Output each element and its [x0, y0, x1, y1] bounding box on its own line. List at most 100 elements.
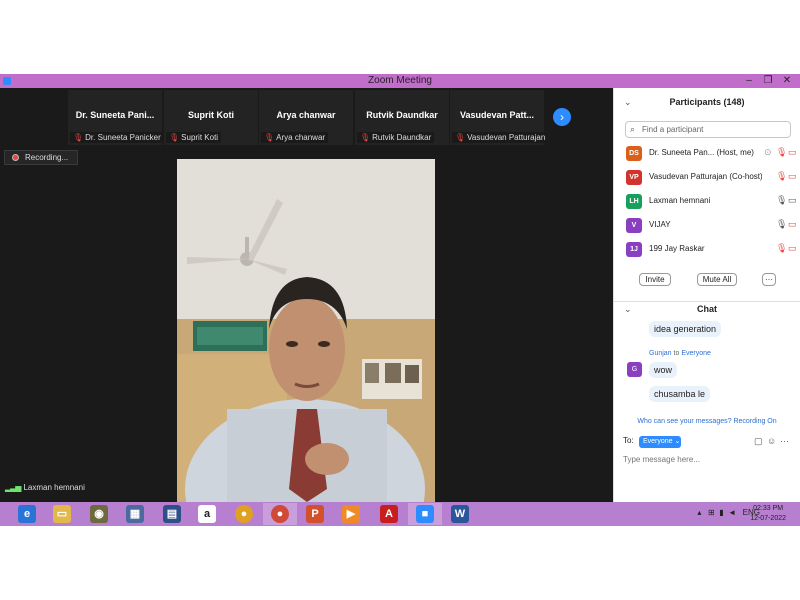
tray-expand-icon[interactable]: ▴	[697, 508, 701, 517]
zoom-icon: ■	[416, 505, 434, 523]
invite-button[interactable]: Invite	[639, 273, 671, 286]
folder-icon: ▭	[53, 505, 71, 523]
mic-icon[interactable]: 🎙	[776, 219, 787, 230]
amazon-icon: a	[198, 505, 216, 523]
more-options-button[interactable]: ···	[762, 273, 776, 286]
taskbar-app-4[interactable]: ▦	[118, 503, 152, 525]
emoji-icon[interactable]: ☺	[767, 436, 776, 446]
participant-row[interactable]: 1J 199 Jay Raskar 🎙 ▭	[614, 239, 800, 259]
video-off-icon[interactable]: ▭	[788, 243, 797, 254]
recipient-select[interactable]: Everyone ⌄	[639, 436, 681, 448]
participant-name: VIJAY	[649, 220, 671, 229]
panel-divider	[614, 301, 800, 302]
thumbnail-label: 🎙 Suprit Koti	[166, 132, 222, 143]
clock-time: 02:33 PM	[753, 505, 784, 512]
minimize-button[interactable]: –	[741, 74, 757, 88]
participant-search-input[interactable]: ⌕ Find a participant	[625, 121, 791, 138]
thumbnail-name: Arya chanwar	[276, 110, 336, 120]
participant-name: Laxman hemnani	[649, 196, 711, 205]
taskbar-chrome[interactable]: ●	[227, 503, 261, 525]
video-off-icon[interactable]: ▭	[788, 171, 797, 182]
muted-mic-icon: 🎙	[73, 133, 84, 142]
taskbar-app-3[interactable]: ◉	[82, 503, 116, 525]
participant-avatar: DS	[626, 146, 642, 161]
more-icon[interactable]: ···	[780, 436, 789, 446]
windows-taskbar: e ▭ ◉ ▦ ▤ a ● ● P ▶ A ■ W ▴ ⊞ ▮ ◄ ENG 02…	[0, 502, 800, 526]
thumbnail-name: Rutvik Daundkar	[366, 110, 438, 120]
meeting-area: Dr. Suneeta Pani... 🎙 Dr. Suneeta Panicke…	[0, 88, 613, 502]
mic-icon: ⊙	[764, 147, 772, 157]
thumbnail-label: 🎙 Dr. Suneeta Panicker	[70, 132, 164, 143]
participant-row[interactable]: VP Vasudevan Patturajan (Co-host) 🎙 ▭	[614, 167, 800, 187]
to-label: To:	[623, 436, 634, 445]
participant-thumbnail[interactable]: Suprit Koti 🎙 Suprit Koti	[164, 90, 258, 145]
chrome-icon: ●	[235, 505, 253, 523]
thumbnail-label: 🎙 Vasudevan Patturajan	[452, 132, 549, 143]
video-off-icon[interactable]: ▭	[788, 219, 797, 230]
participant-row[interactable]: V VIJAY 🎙 ▭	[614, 215, 800, 235]
taskbar-powerpoint[interactable]: P	[298, 503, 332, 525]
search-icon: ⌕	[630, 124, 636, 134]
file-icon[interactable]: ▢	[754, 436, 763, 447]
taskbar-ie[interactable]: e	[10, 503, 44, 525]
thumbnail-label-text: Arya chanwar	[276, 133, 326, 142]
thumbnail-name: Dr. Suneeta Pani...	[75, 110, 155, 120]
muted-mic-icon: 🎙	[360, 133, 371, 142]
participant-thumbnail[interactable]: Vasudevan Patt... 🎙 Vasudevan Patturajan	[450, 90, 549, 145]
muted-mic-icon: 🎙	[169, 133, 180, 142]
chrome-icon: ●	[271, 505, 289, 523]
participant-row[interactable]: LH Laxman hemnani 🎙 ▭	[614, 191, 800, 211]
taskbar-acrobat[interactable]: A	[372, 503, 406, 525]
restore-button[interactable]: ❐	[760, 74, 776, 88]
participant-avatar: 1J	[626, 242, 642, 257]
taskbar-player[interactable]: ▶	[334, 503, 368, 525]
thumbnail-label: 🎙 Arya chanwar	[261, 132, 329, 143]
network-icon[interactable]: ⊞	[708, 508, 715, 517]
muted-mic-icon: 🎙	[455, 133, 466, 142]
volume-icon[interactable]: ◄	[728, 508, 736, 517]
thumbnail-label-text: Dr. Suneeta Panicker	[85, 133, 161, 142]
taskbar-chrome-2[interactable]: ●	[263, 503, 297, 525]
taskbar-app-5[interactable]: ▤	[155, 503, 189, 525]
active-speaker-video	[177, 159, 435, 502]
chat-recipient: Everyone	[681, 350, 711, 357]
chat-message: chusamba le	[649, 386, 711, 402]
battery-icon[interactable]: ▮	[719, 508, 723, 517]
taskbar-word[interactable]: W	[443, 503, 477, 525]
muted-mic-icon[interactable]: 🎙	[776, 243, 787, 254]
participant-thumbnail[interactable]: Arya chanwar 🎙 Arya chanwar	[259, 90, 353, 145]
side-panel: ⌄ Participants (148) ⌕ Find a participan…	[613, 88, 800, 502]
video-off-icon[interactable]: ▭	[788, 147, 797, 158]
taskbar-amazon[interactable]: a	[190, 503, 224, 525]
taskbar-explorer[interactable]: ▭	[45, 503, 79, 525]
chat-message-input[interactable]	[623, 455, 793, 464]
thumbnail-name: Vasudevan Patt...	[459, 110, 535, 120]
next-page-button[interactable]: ›	[553, 108, 571, 126]
taskbar-clock[interactable]: 02:33 PM 12-07-2022	[750, 504, 786, 524]
recording-indicator[interactable]: Recording...	[4, 150, 78, 165]
clock-date: 12-07-2022	[750, 515, 786, 522]
participant-thumbnail[interactable]: Rutvik Daundkar 🎙 Rutvik Daundkar	[355, 90, 449, 145]
thumbnail-label-text: Vasudevan Patturajan	[467, 133, 546, 142]
muted-mic-icon: 🎙	[264, 133, 275, 142]
muted-mic-icon[interactable]: 🎙	[776, 171, 787, 182]
participant-avatar: LH	[626, 194, 642, 209]
participant-row[interactable]: DS Dr. Suneeta Pan... (Host, me) ⊙ 🎙 ▭	[614, 143, 800, 163]
mute-all-button[interactable]: Mute All	[697, 273, 737, 286]
taskbar-zoom[interactable]: ■	[408, 503, 442, 525]
video-icon[interactable]: ▭	[788, 195, 797, 206]
participants-title: Participants (148)	[669, 97, 745, 107]
participant-thumbnail[interactable]: Dr. Suneeta Pani... 🎙 Dr. Suneeta Panicke…	[68, 90, 164, 145]
close-button[interactable]: ✕	[779, 74, 795, 88]
sender-avatar: G	[627, 362, 642, 377]
mic-icon[interactable]: 🎙	[776, 195, 787, 206]
chat-visibility-notice[interactable]: Who can see your messages? Recording On	[614, 418, 800, 425]
thumbnail-label-text: Suprit Koti	[181, 133, 219, 142]
speaker-video-frame	[177, 159, 435, 502]
participant-avatar: VP	[626, 170, 642, 185]
muted-mic-icon[interactable]: 🎙	[776, 147, 787, 158]
window-title: Zoom Meeting	[368, 75, 432, 86]
chat-title: Chat	[697, 304, 717, 314]
powerpoint-icon: P	[306, 505, 324, 523]
search-placeholder: Find a participant	[642, 125, 704, 134]
